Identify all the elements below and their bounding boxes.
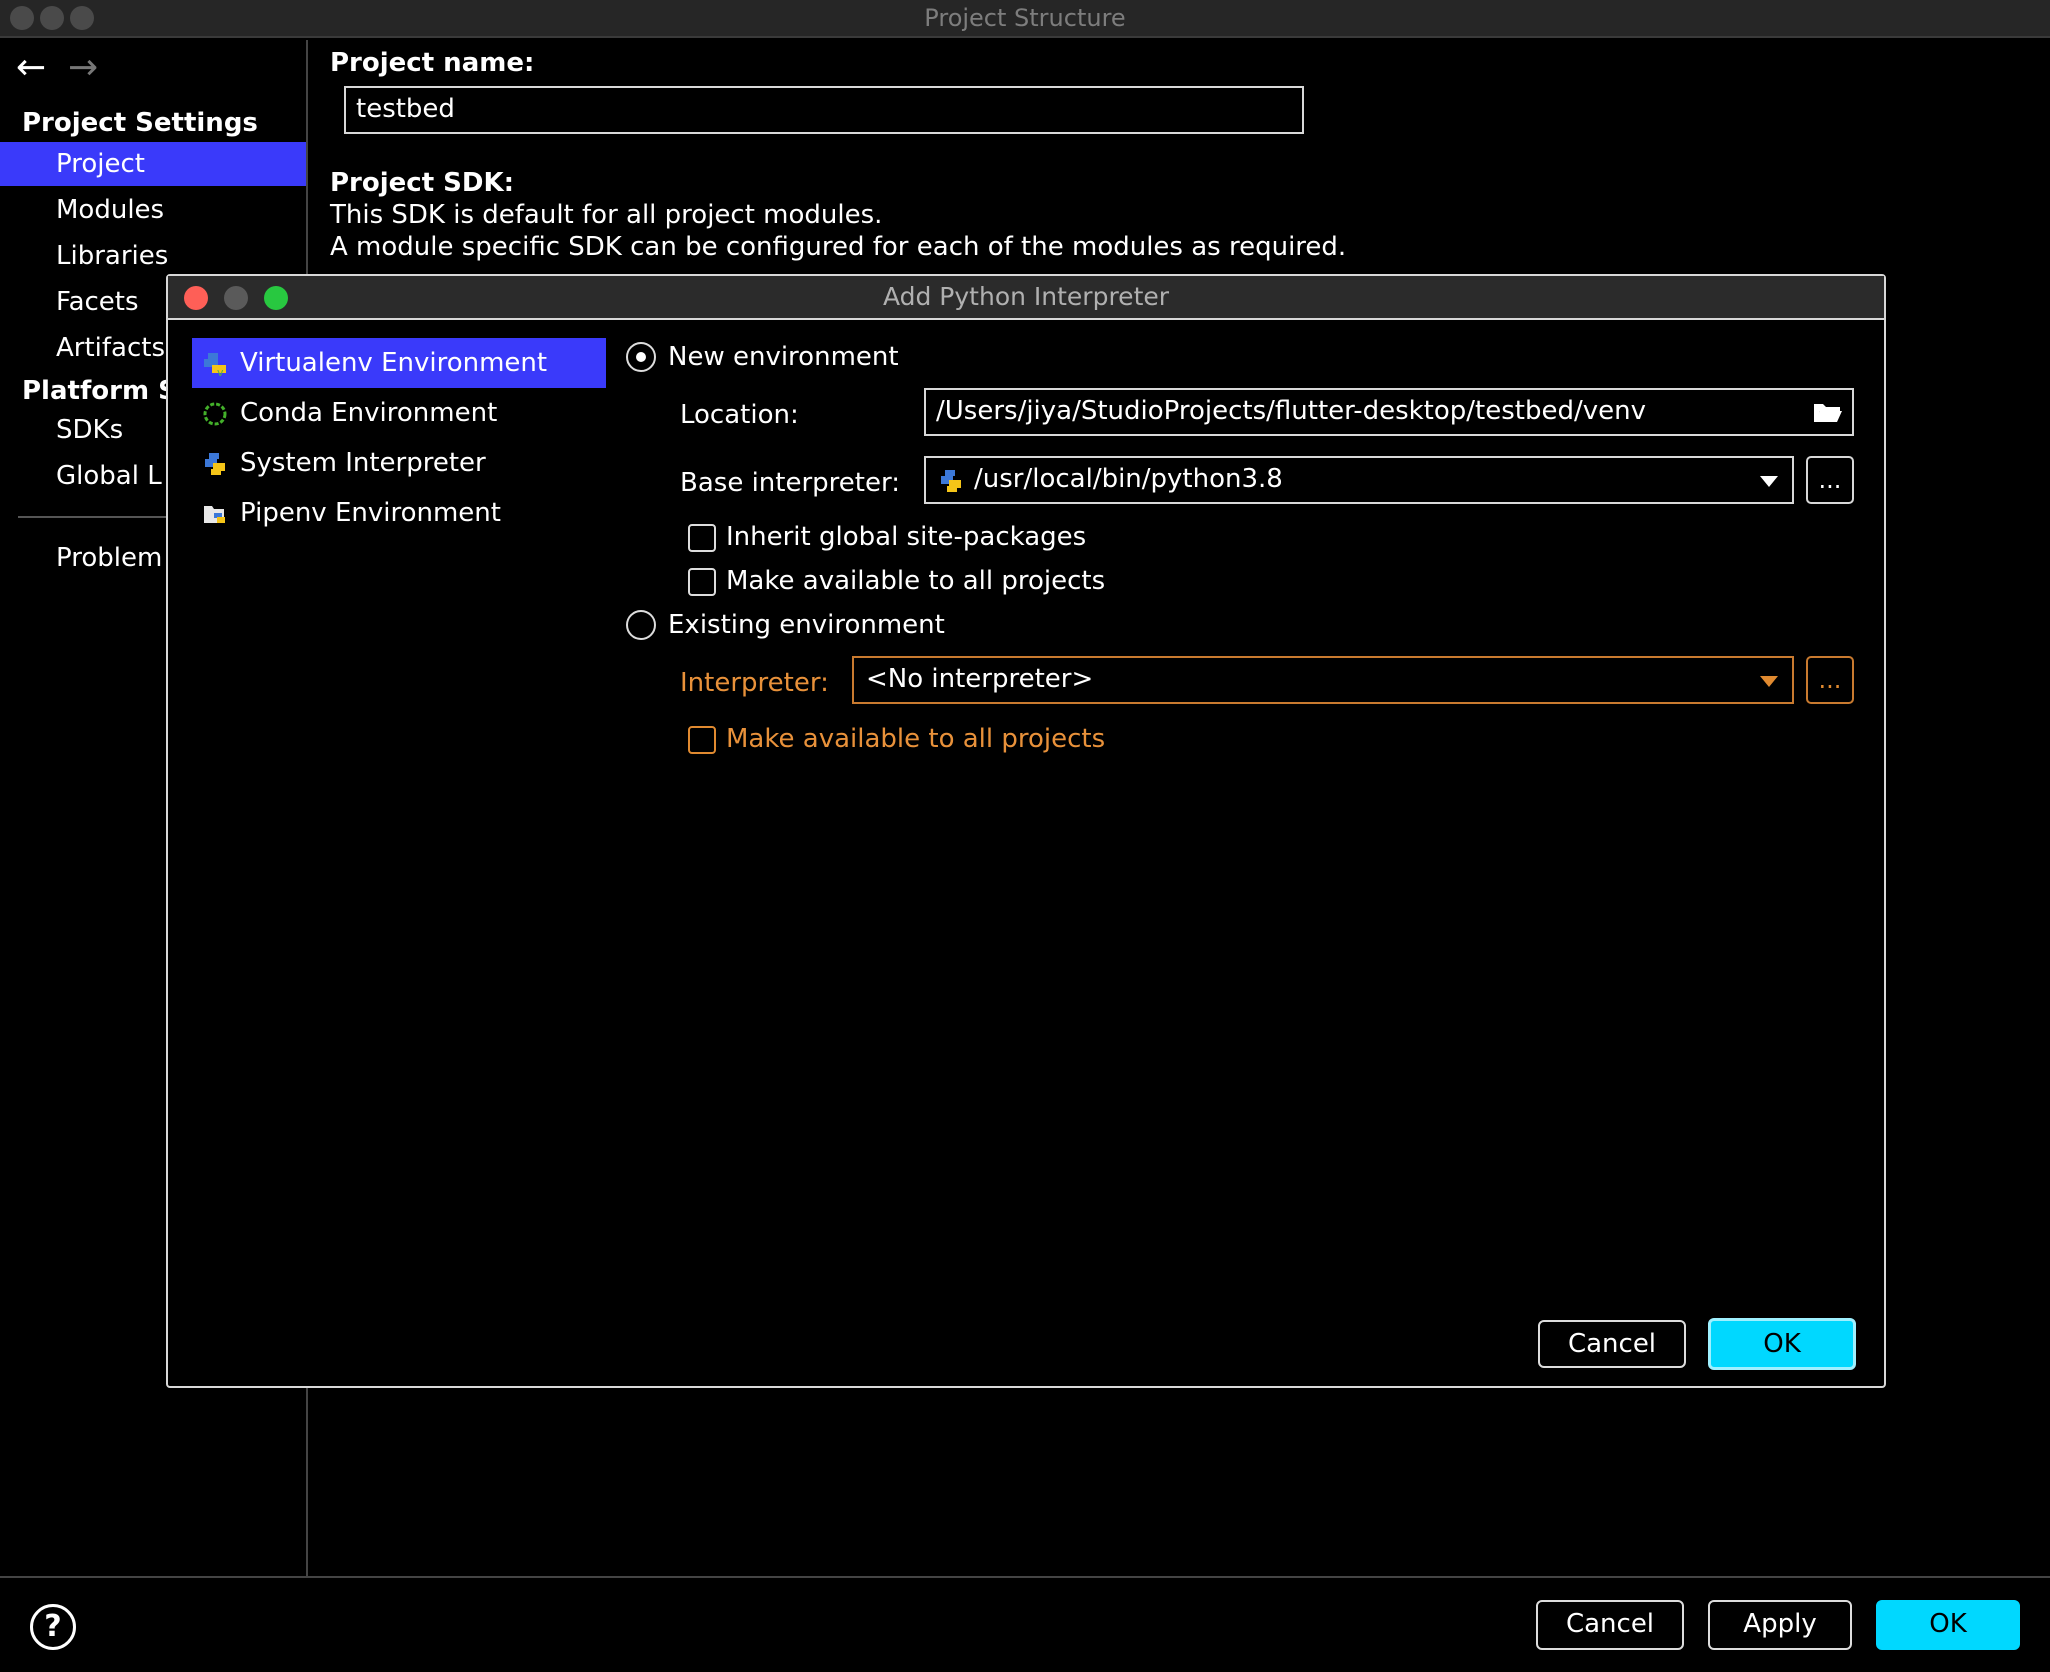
env-type-label: Pipenv Environment bbox=[240, 498, 501, 528]
window-title-bar: Project Structure bbox=[0, 0, 2050, 38]
pipenv-icon bbox=[204, 506, 225, 523]
base-interpreter-value: /usr/local/bin/python3.8 bbox=[974, 464, 1283, 494]
ok-button[interactable]: OK bbox=[1876, 1600, 2020, 1650]
interpreter-dropdown[interactable]: <No interpreter> bbox=[852, 656, 1794, 704]
location-input[interactable]: /Users/jiya/StudioProjects/flutter-deskt… bbox=[924, 388, 1854, 436]
dialog-title-bar: Add Python Interpreter bbox=[168, 276, 1884, 320]
project-settings-header: Project Settings bbox=[22, 108, 258, 138]
dialog-cancel-button[interactable]: Cancel bbox=[1538, 1320, 1686, 1368]
base-interpreter-dropdown[interactable]: /usr/local/bin/python3.8 bbox=[924, 456, 1794, 504]
new-environment-radio[interactable] bbox=[626, 342, 656, 372]
forward-arrow-icon[interactable]: → bbox=[68, 48, 98, 88]
window-title: Project Structure bbox=[924, 4, 1126, 32]
platform-settings-header: Platform S bbox=[22, 376, 177, 406]
existing-make-available-label: Make available to all projects bbox=[726, 724, 1106, 754]
location-label: Location: bbox=[680, 400, 799, 430]
make-available-checkbox[interactable] bbox=[688, 568, 716, 596]
existing-environment-radio[interactable] bbox=[626, 610, 656, 640]
virtualenv-icon: v bbox=[204, 353, 226, 377]
apply-button[interactable]: Apply bbox=[1708, 1600, 1852, 1650]
env-type-label: Virtualenv Environment bbox=[240, 348, 548, 378]
env-type-label: Conda Environment bbox=[240, 398, 498, 428]
add-python-interpreter-dialog: Add Python Interpreter v Virtualenv Envi… bbox=[166, 274, 1886, 1388]
dialog-title: Add Python Interpreter bbox=[882, 282, 1170, 311]
location-value: /Users/jiya/StudioProjects/flutter-deskt… bbox=[936, 396, 1646, 426]
folder-open-icon[interactable] bbox=[1812, 398, 1844, 426]
cancel-button[interactable]: Cancel bbox=[1536, 1600, 1684, 1650]
interpreter-value: <No interpreter> bbox=[866, 664, 1094, 694]
help-icon[interactable]: ? bbox=[30, 1604, 76, 1650]
chevron-down-icon bbox=[1760, 476, 1778, 487]
sdk-description-line2: A module specific SDK can be configured … bbox=[330, 232, 1347, 262]
existing-environment-label: Existing environment bbox=[668, 610, 945, 640]
project-name-input[interactable]: testbed bbox=[344, 86, 1304, 134]
back-arrow-icon[interactable]: ← bbox=[16, 48, 46, 88]
base-interpreter-browse-button[interactable]: ... bbox=[1806, 456, 1854, 504]
env-type-virtualenv[interactable]: v Virtualenv Environment bbox=[192, 338, 606, 388]
project-name-label: Project name: bbox=[330, 48, 535, 78]
python-icon bbox=[205, 453, 225, 475]
interpreter-browse-button[interactable]: ... bbox=[1806, 656, 1854, 704]
svg-text:v: v bbox=[217, 366, 224, 377]
env-type-pipenv[interactable]: Pipenv Environment bbox=[192, 488, 606, 538]
project-sdk-label: Project SDK: bbox=[330, 168, 515, 198]
make-available-label: Make available to all projects bbox=[726, 566, 1106, 596]
env-type-label: System Interpreter bbox=[240, 448, 486, 478]
python-icon bbox=[941, 470, 961, 492]
inherit-site-packages-checkbox[interactable] bbox=[688, 524, 716, 552]
env-type-conda[interactable]: Conda Environment bbox=[192, 388, 606, 438]
nav-item-libraries[interactable]: Libraries bbox=[0, 234, 306, 278]
chevron-down-icon bbox=[1760, 676, 1778, 687]
nav-item-project[interactable]: Project bbox=[0, 142, 306, 186]
interpreter-label: Interpreter: bbox=[680, 668, 829, 698]
sdk-description-line1: This SDK is default for all project modu… bbox=[330, 200, 883, 230]
conda-icon bbox=[203, 402, 227, 426]
env-type-system[interactable]: System Interpreter bbox=[192, 438, 606, 488]
new-environment-label: New environment bbox=[668, 342, 899, 372]
existing-make-available-checkbox[interactable] bbox=[688, 726, 716, 754]
dialog-ok-button[interactable]: OK bbox=[1708, 1318, 1856, 1370]
nav-item-modules[interactable]: Modules bbox=[0, 188, 306, 232]
base-interpreter-label: Base interpreter: bbox=[680, 468, 900, 498]
inherit-site-packages-label: Inherit global site-packages bbox=[726, 522, 1087, 552]
